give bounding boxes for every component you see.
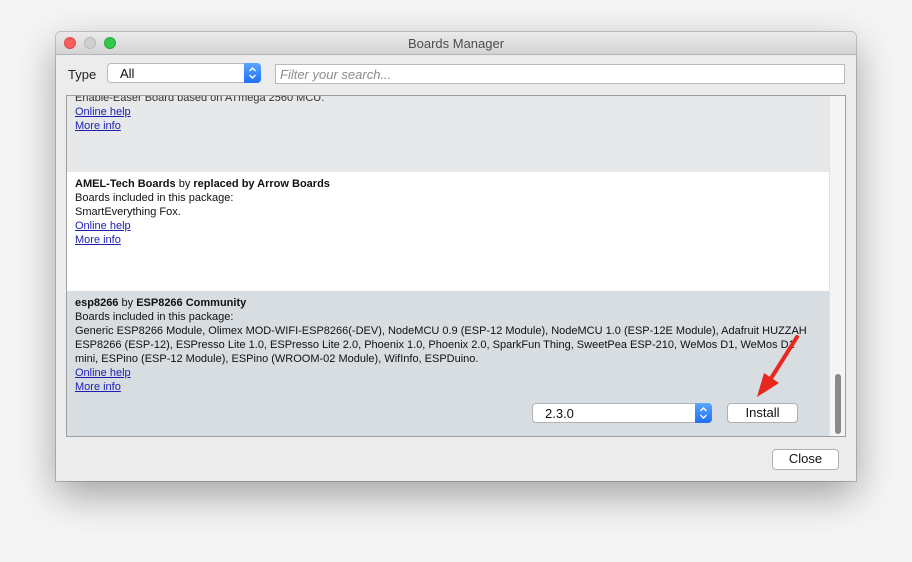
more-info-link[interactable]: More info	[75, 380, 121, 394]
install-button[interactable]: Install	[727, 403, 798, 423]
search-input[interactable]	[275, 64, 845, 84]
board-name: esp8266	[75, 297, 119, 309]
more-info-link[interactable]: More info	[75, 233, 121, 247]
version-select[interactable]: 2.3.0	[532, 403, 712, 423]
scrollbar-thumb[interactable]	[835, 374, 841, 434]
list-item-selected[interactable]: esp8266 by ESP8266 Community Boards incl…	[67, 291, 829, 436]
online-help-link[interactable]: Online help	[75, 219, 131, 233]
boards-text-line1: Generic ESP8266 Module, Olimex MOD-WIFI-…	[75, 325, 807, 337]
type-select-value: All	[120, 66, 135, 81]
window-title: Boards Manager	[407, 36, 505, 51]
chevron-up-down-icon	[244, 63, 261, 83]
boards-list: Enable-Easer Board based on ATmega 2560 …	[66, 95, 846, 437]
close-button[interactable]: Close	[772, 449, 839, 470]
board-header: esp8266 by ESP8266 Community	[75, 296, 821, 310]
boards-text: SmartEverything Fox.	[75, 206, 181, 218]
boards-text-line2: ESP8266 (ESP-12), ESPresso Lite 1.0, ESP…	[75, 339, 795, 351]
online-help-link[interactable]: Online help	[75, 366, 131, 380]
chevron-up-down-icon	[695, 403, 712, 423]
included-label: Boards included in this package:	[75, 311, 234, 323]
board-header: AMEL-Tech Boards by replaced by Arrow Bo…	[75, 177, 821, 191]
type-select[interactable]: All	[107, 63, 261, 83]
board-description-cut: Enable-Easer Board based on ATmega 2560 …	[75, 95, 325, 104]
type-label: Type	[68, 67, 97, 82]
included-label: Boards included in this package:	[75, 192, 234, 204]
version-select-value: 2.3.0	[545, 406, 574, 421]
title-bar: Boards Manager	[56, 32, 856, 55]
by-label: by	[178, 178, 191, 190]
boards-text-line3: mini, ESPino (ESP-12 Module), ESPino (WR…	[75, 353, 479, 365]
by-label: by	[121, 297, 134, 309]
online-help-link[interactable]: Online help	[75, 105, 131, 119]
list-scrollbar[interactable]	[829, 96, 845, 436]
board-maintainer: replaced by Arrow Boards	[193, 178, 330, 190]
list-item[interactable]: AMEL-Tech Boards by replaced by Arrow Bo…	[67, 172, 829, 291]
more-info-link[interactable]: More info	[75, 119, 121, 133]
boards-manager-window: Boards Manager Type All Enable-Easer Boa…	[56, 32, 856, 481]
board-maintainer: ESP8266 Community	[136, 297, 247, 309]
board-name: AMEL-Tech Boards	[75, 178, 176, 190]
